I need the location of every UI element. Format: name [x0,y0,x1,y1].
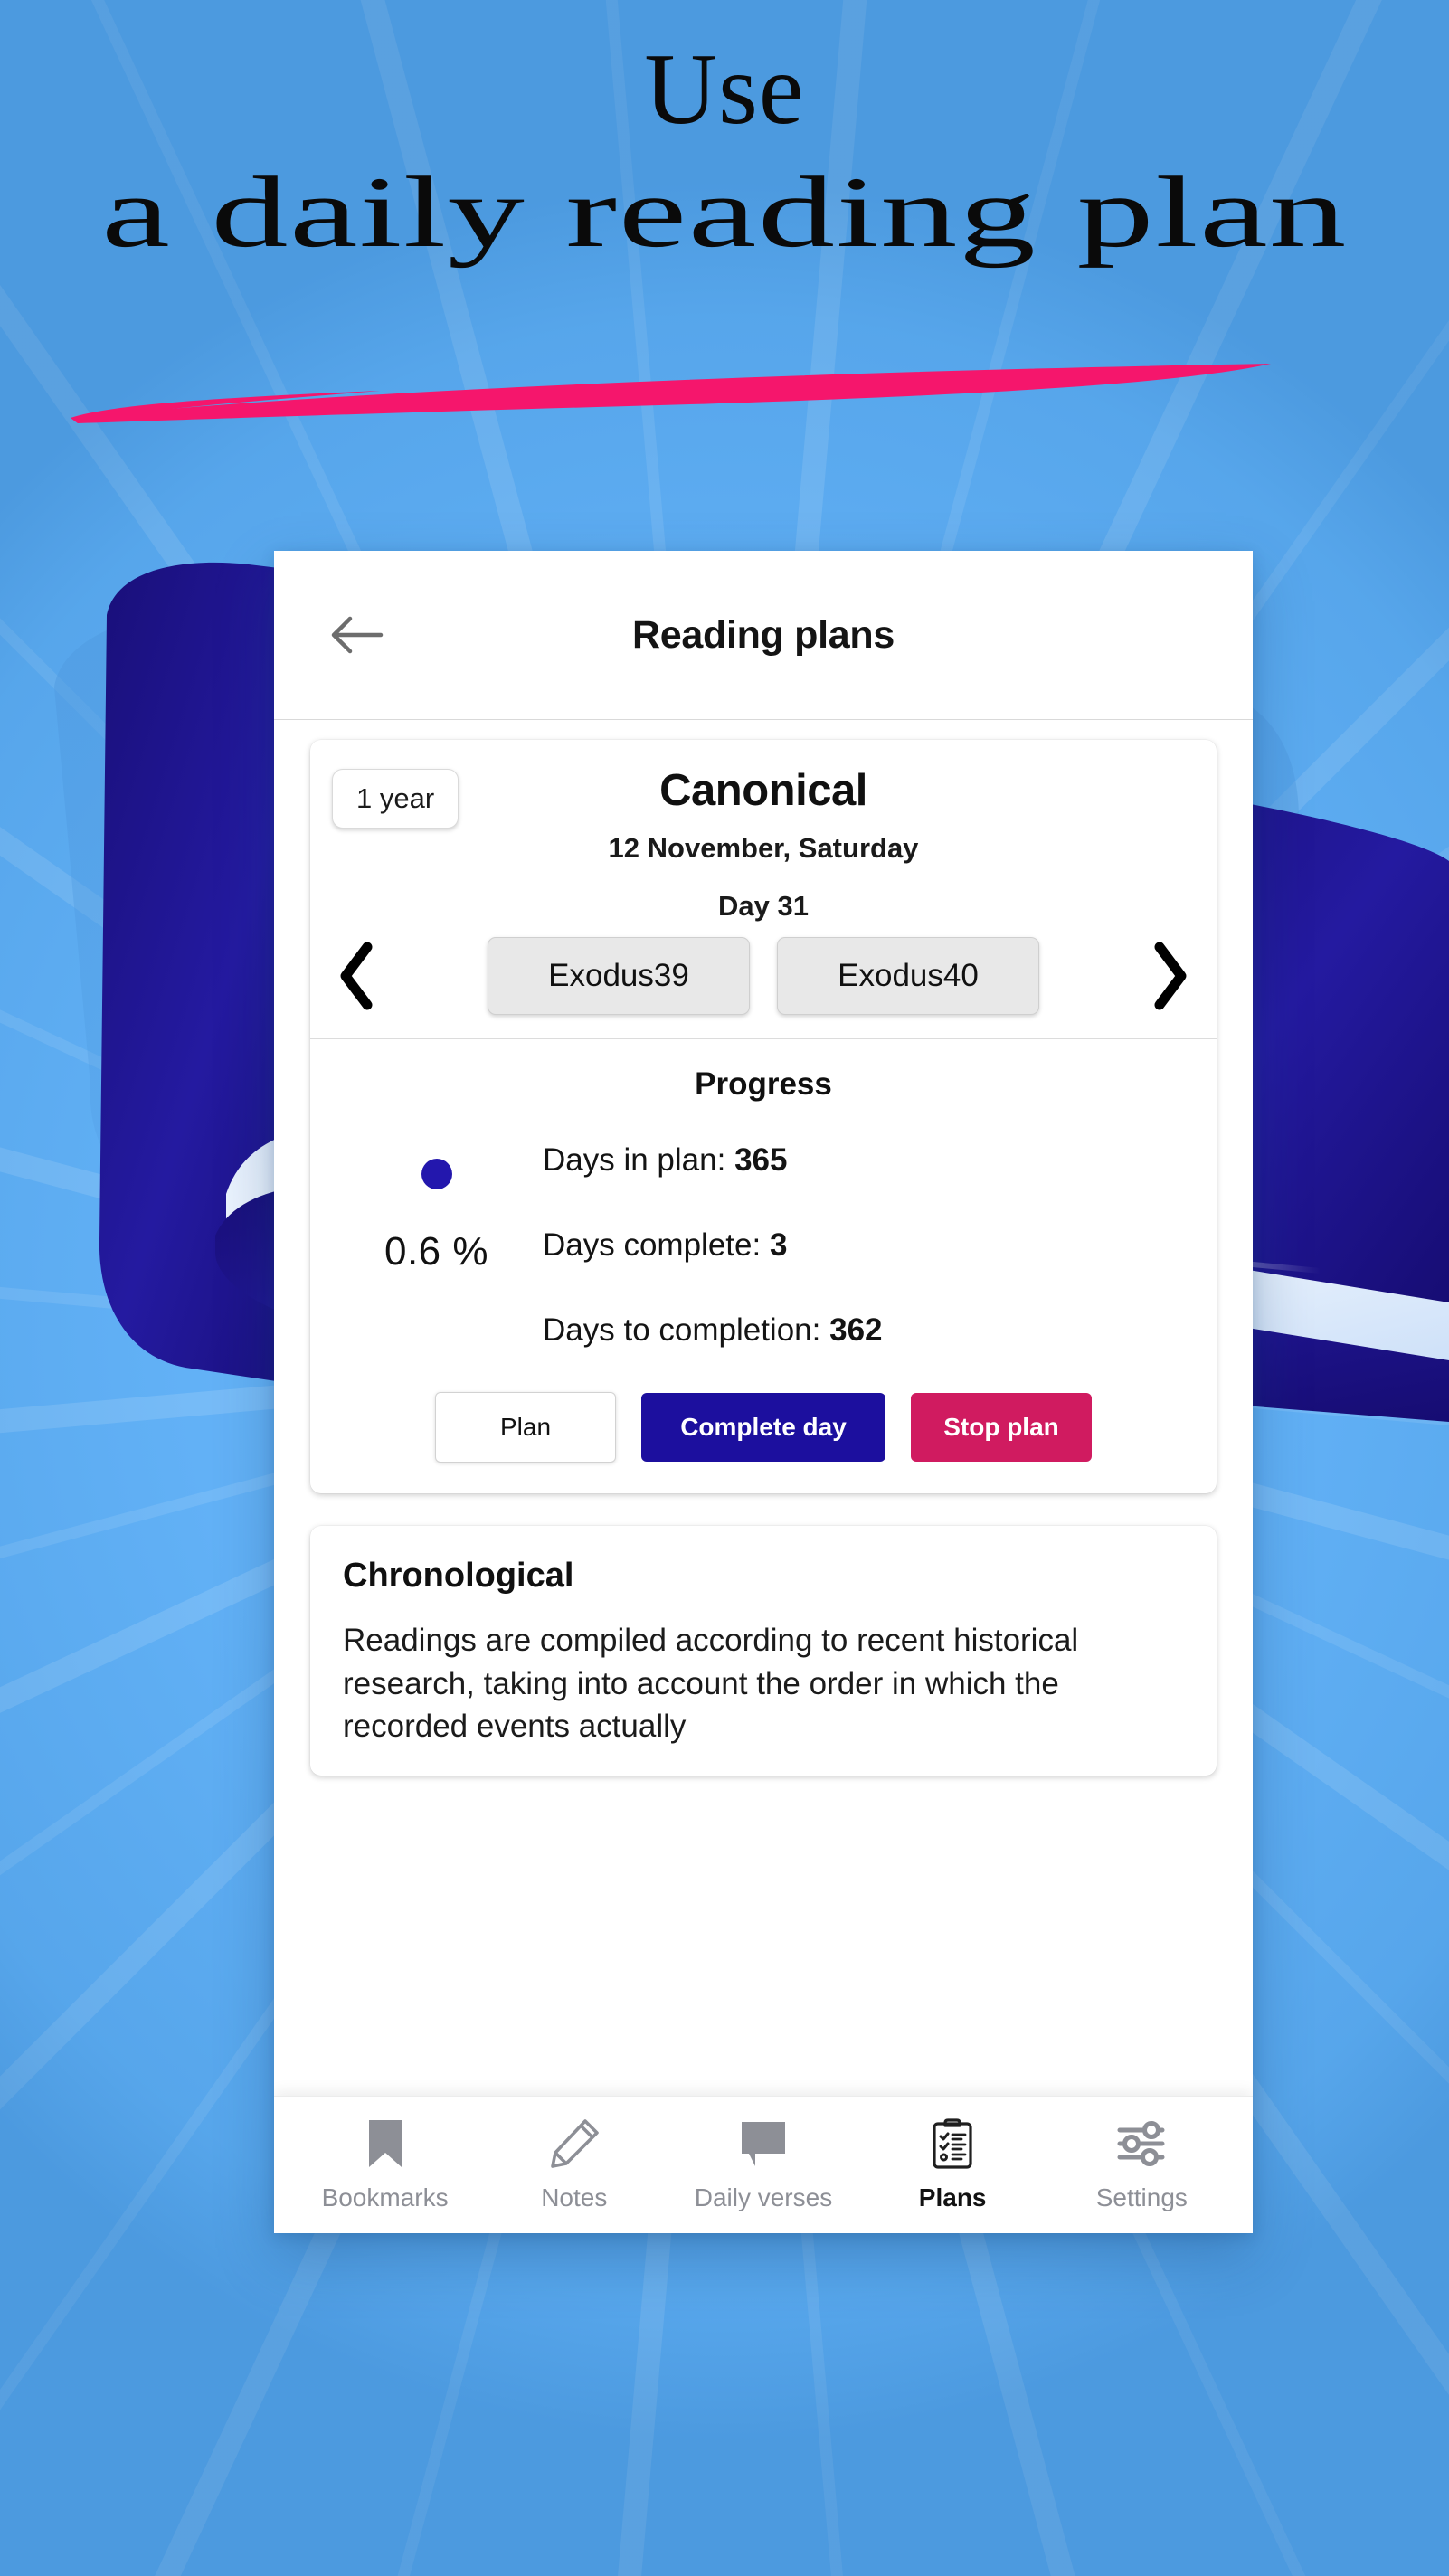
progress-pie-slice [421,1159,452,1189]
content-scroll-area[interactable]: 1 year Canonical 12 November, Saturday D… [274,720,1253,2096]
back-button[interactable] [324,602,389,668]
nav-item-settings[interactable]: Settings [1060,2118,1223,2212]
plan-actions: Plan Complete day Stop plan [330,1392,1197,1463]
headline-underline-swoosh [71,364,1271,423]
progress-body: 0.6 % Days in plan: 365 Days complete: 3… [330,1133,1197,1349]
stop-plan-button[interactable]: Stop plan [911,1393,1092,1462]
plan-button[interactable]: Plan [435,1392,616,1463]
bottom-navigation: Bookmarks Notes Daily verses Plans Setti… [274,2096,1253,2233]
nav-item-bookmarks[interactable]: Bookmarks [304,2118,467,2212]
chapter-chip[interactable]: Exodus40 [777,937,1039,1015]
previous-day-button[interactable] [325,940,388,1012]
plan-date: 12 November, Saturday [608,832,919,864]
chronological-plan-card[interactable]: Chronological Readings are compiled acco… [310,1526,1217,1776]
nav-label: Notes [541,2183,608,2211]
active-plan-card: 1 year Canonical 12 November, Saturday D… [310,740,1217,1493]
nav-label: Plans [918,2183,987,2211]
stat-value: 362 [829,1312,883,1348]
nav-item-plans[interactable]: Plans [871,2117,1034,2212]
chevron-left-icon [340,942,373,1010]
stat-value: 365 [734,1142,788,1178]
sliders-icon [1115,2118,1168,2169]
stat-value: 3 [769,1227,788,1263]
next-day-button[interactable] [1139,940,1202,1012]
promo-headline: Use a daily reading plan [0,33,1449,270]
chapter-chip[interactable]: Exodus39 [488,937,750,1015]
plan-name: Canonical [659,766,867,815]
pencil-icon [549,2118,600,2169]
headline-line-2: a daily reading plan [101,156,1348,270]
clipboard-checklist-icon [931,2117,974,2169]
stat-label: Days to completion: [543,1312,821,1348]
progress-section: Progress 0.6 % Days in plan: 365 Days co… [310,1039,1217,1493]
nav-label: Settings [1095,2183,1188,2211]
bookmark-icon [365,2118,405,2169]
page-title: Reading plans [632,612,895,657]
nav-label: Bookmarks [321,2183,449,2211]
phone-screen: Reading plans 1 year Canonical 12 Novemb… [274,551,1253,2233]
progress-title: Progress [695,1066,832,1102]
nav-label: Daily verses [694,2183,833,2211]
headline-line-1: Use [644,33,805,146]
stat-days-to-completion: Days to completion: 362 [543,1312,1197,1349]
stat-label: Days in plan: [543,1142,726,1178]
stat-days-complete: Days complete: 3 [543,1227,1197,1264]
nav-item-daily-verses[interactable]: Daily verses [682,2118,845,2212]
day-chapters-row: Exodus39 Exodus40 [330,937,1197,1015]
arrow-left-icon [331,616,384,654]
progress-stats: Days in plan: 365 Days complete: 3 Days … [543,1133,1197,1349]
chronological-title: Chronological [343,1557,574,1595]
app-bar: Reading plans [274,551,1253,720]
chevron-right-icon [1154,942,1187,1010]
nav-item-notes[interactable]: Notes [493,2118,656,2212]
plan-day-label: Day 31 [718,890,809,922]
plan-card-header: 1 year Canonical 12 November, Saturday D… [310,740,1217,1039]
stat-label: Days complete: [543,1227,762,1263]
chronological-description: Readings are compiled according to recen… [343,1623,1079,1745]
stat-days-in-plan: Days in plan: 365 [543,1142,1197,1179]
speech-bubble-icon [739,2118,788,2169]
complete-day-button[interactable]: Complete day [641,1393,886,1462]
progress-percent-label: 0.6 % [384,1229,488,1274]
progress-chart: 0.6 % [330,1133,543,1274]
plan-duration-chip[interactable]: 1 year [332,769,459,829]
